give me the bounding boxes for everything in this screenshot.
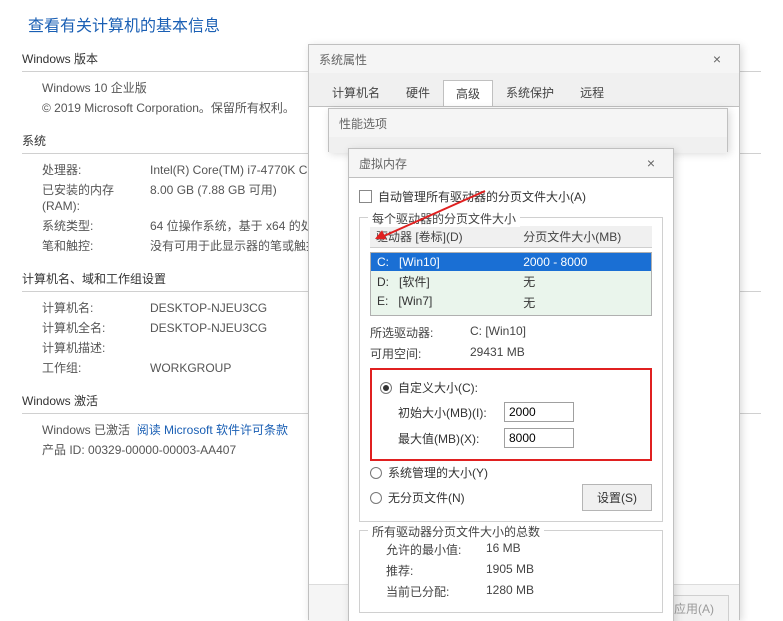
drive-row[interactable]: D: [软件] 无 <box>371 271 651 292</box>
recommended-label: 推荐: <box>386 562 486 579</box>
highlight-annotation: 自定义大小(C): 初始大小(MB)(I): 最大值(MB)(X): <box>370 368 652 461</box>
no-paging-radio[interactable]: 无分页文件(N) <box>370 486 576 509</box>
auto-manage-checkbox[interactable]: 自动管理所有驱动器的分页文件大小(A) <box>359 184 663 209</box>
drive-list[interactable]: C: [Win10] 2000 - 8000 D: [软件] 无 E: [Win… <box>370 252 652 316</box>
tab-system-protection[interactable]: 系统保护 <box>493 79 567 106</box>
computer-desc-label: 计算机描述: <box>42 340 150 356</box>
performance-options-dialog: 性能选项 性 <box>328 108 728 152</box>
available-space-value: 29431 MB <box>470 345 525 362</box>
workgroup-label: 工作组: <box>42 360 150 376</box>
tab-advanced[interactable]: 高级 <box>443 80 493 107</box>
drive-row[interactable]: E: [Win7] 无 <box>371 292 651 313</box>
system-managed-radio[interactable]: 系统管理的大小(Y) <box>370 461 652 484</box>
set-button[interactable]: 设置(S) <box>582 484 652 511</box>
radio-icon <box>370 492 382 504</box>
available-space-label: 可用空间: <box>370 345 470 362</box>
virtual-memory-dialog: 虚拟内存 × 自动管理所有驱动器的分页文件大小(A) 每个驱动器的分页文件大小 … <box>348 148 674 621</box>
drive-header-col2: 分页文件大小(MB) <box>523 228 646 245</box>
group-title: 所有驱动器分页文件大小的总数 <box>368 523 544 540</box>
product-id-value: 00329-00000-00003-AA407 <box>88 442 236 458</box>
cpu-label: 处理器: <box>42 162 150 178</box>
tab-computer-name[interactable]: 计算机名 <box>319 79 393 106</box>
systype-label: 系统类型: <box>42 218 150 234</box>
system-properties-tabs: 计算机名 硬件 高级 系统保护 远程 <box>309 73 739 106</box>
dialog-title: 性能选项 <box>339 115 387 132</box>
currently-allocated-label: 当前已分配: <box>386 583 486 600</box>
system-managed-label: 系统管理的大小(Y) <box>388 464 488 481</box>
pen-label: 笔和触控: <box>42 238 150 254</box>
computer-name-label: 计算机名: <box>42 300 150 316</box>
product-id-label: 产品 ID: <box>42 442 85 458</box>
activation-status: Windows 已激活 <box>42 422 130 438</box>
custom-size-label: 自定义大小(C): <box>398 379 478 396</box>
close-icon[interactable]: × <box>637 155 665 171</box>
recommended-value: 1905 MB <box>486 562 534 579</box>
selected-drive-value: C: [Win10] <box>470 324 526 341</box>
drive-row[interactable]: C: [Win10] 2000 - 8000 <box>371 253 651 271</box>
tab-hardware[interactable]: 硬件 <box>393 79 443 106</box>
max-size-input[interactable] <box>504 428 574 448</box>
drive-list-header: 驱动器 [卷标](D) 分页文件大小(MB) <box>370 226 652 248</box>
initial-size-input[interactable] <box>504 402 574 422</box>
ram-label: 已安装的内存(RAM): <box>42 182 150 214</box>
computer-fullname-label: 计算机全名: <box>42 320 150 336</box>
currently-allocated-value: 1280 MB <box>486 583 534 600</box>
radio-icon <box>370 467 382 479</box>
selected-drive-label: 所选驱动器: <box>370 324 470 341</box>
page-title: 查看有关计算机的基本信息 <box>0 0 783 46</box>
min-allowed-label: 允许的最小值: <box>386 541 486 558</box>
min-allowed-value: 16 MB <box>486 541 521 558</box>
close-icon[interactable]: × <box>703 51 731 67</box>
custom-size-radio[interactable]: 自定义大小(C): <box>380 376 642 399</box>
checkbox-icon <box>359 190 372 203</box>
max-size-label: 最大值(MB)(X): <box>398 430 498 447</box>
radio-icon <box>380 382 392 394</box>
paging-per-drive-group: 每个驱动器的分页文件大小 驱动器 [卷标](D) 分页文件大小(MB) C: [… <box>359 217 663 522</box>
initial-size-label: 初始大小(MB)(I): <box>398 404 498 421</box>
dialog-title: 虚拟内存 <box>359 155 407 172</box>
license-terms-link[interactable]: 阅读 Microsoft 软件许可条款 <box>137 422 288 438</box>
no-paging-label: 无分页文件(N) <box>388 489 465 506</box>
tab-remote[interactable]: 远程 <box>567 79 617 106</box>
group-title: 每个驱动器的分页文件大小 <box>368 210 520 227</box>
paging-total-group: 所有驱动器分页文件大小的总数 允许的最小值:16 MB 推荐:1905 MB 当… <box>359 530 663 613</box>
dialog-title: 系统属性 <box>319 51 367 68</box>
